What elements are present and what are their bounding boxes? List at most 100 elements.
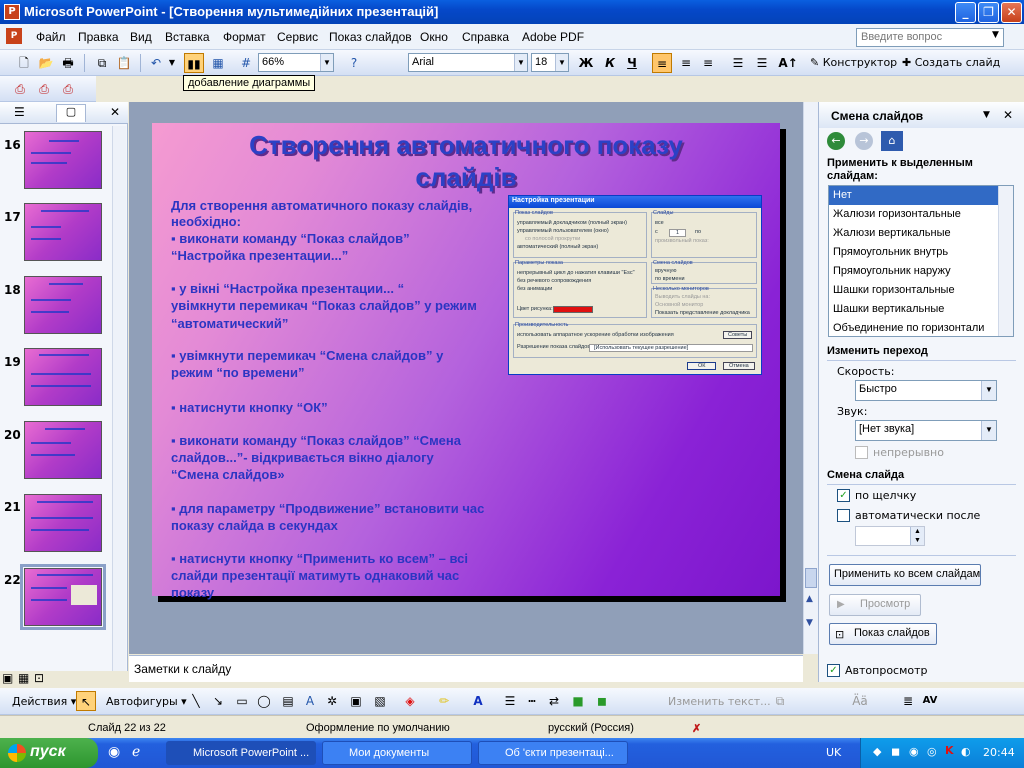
speed-select[interactable]: Быстро ▼ xyxy=(855,380,997,401)
transition-list[interactable]: Нет Жалюзи горизонтальные Жалюзи вертика… xyxy=(828,185,1014,337)
on-click-checkbox[interactable]: ✓ xyxy=(837,489,850,502)
print-icon[interactable]: 🖶 xyxy=(58,53,78,73)
tray-icon[interactable]: ◆ xyxy=(873,745,881,758)
document-icon[interactable]: P xyxy=(6,28,22,44)
line-icon[interactable]: ╲ xyxy=(186,691,206,711)
edit-text-button[interactable]: Изменить текст... xyxy=(668,695,771,708)
picture-icon[interactable]: ▧ xyxy=(370,691,390,711)
font-combo[interactable]: Arial ▼ xyxy=(408,53,528,72)
insert-table-icon[interactable]: ▦ xyxy=(208,53,228,73)
slides-tab-icon[interactable]: ▢ xyxy=(56,104,86,122)
diagram-icon[interactable]: ✲ xyxy=(322,691,342,711)
dash-style-icon[interactable]: ┅ xyxy=(522,691,542,711)
next-slide-icon[interactable]: ▼ xyxy=(806,618,813,628)
list-scrollbar[interactable] xyxy=(998,186,1013,336)
taskbar-item-presentation-objects[interactable]: Об 'єкти презентаці... xyxy=(478,741,628,765)
scroll-thumb[interactable] xyxy=(805,568,817,588)
list-item[interactable]: Шашки вертикальные xyxy=(829,300,1013,319)
forward-icon[interactable]: → xyxy=(855,132,873,150)
menu-format[interactable]: Формат xyxy=(223,30,266,44)
slide-sorter-icon[interactable]: ▦ xyxy=(18,671,29,685)
shadow-icon[interactable]: ■ xyxy=(568,691,588,711)
list-item[interactable]: Шашки горизонтальные xyxy=(829,281,1013,300)
back-icon[interactable]: ← xyxy=(827,132,845,150)
help-question-input[interactable]: Введите вопрос xyxy=(856,28,1004,47)
menu-slideshow[interactable]: Показ слайдов xyxy=(329,30,412,44)
thumbnail-scrollbar[interactable] xyxy=(112,126,126,678)
normal-view-icon[interactable]: ▣ xyxy=(2,671,13,685)
notes-area[interactable]: Заметки к слайду xyxy=(129,655,803,682)
line-color-icon[interactable]: ✏ xyxy=(434,691,454,711)
3d-icon[interactable]: ◼ xyxy=(592,691,612,711)
home-icon[interactable]: ⌂ xyxy=(881,131,903,151)
tray-icon[interactable]: ◐ xyxy=(961,745,971,758)
slide-thumbnail-22-selected[interactable] xyxy=(20,564,106,630)
slideshow-button[interactable]: Показ слайдов xyxy=(829,623,937,645)
tray-icon[interactable]: ◉ xyxy=(909,745,919,758)
italic-button[interactable]: К xyxy=(600,53,620,73)
taskbar-item-powerpoint[interactable]: Microsoft PowerPoint ... xyxy=(166,741,316,765)
pdf-convert-icon[interactable]: ⎙ xyxy=(10,79,30,99)
pdf-review-icon[interactable]: ⎙ xyxy=(58,79,78,99)
textbox-icon[interactable]: ▤ xyxy=(278,691,298,711)
list-item[interactable]: Жалюзи горизонтальные xyxy=(829,205,1013,224)
menu-insert[interactable]: Вставка xyxy=(165,30,210,44)
font-color-icon[interactable]: A xyxy=(468,691,488,711)
powerpoint-app-icon[interactable]: P xyxy=(4,4,20,20)
spelling-check-icon[interactable]: ✗ xyxy=(692,722,701,735)
quicklaunch-icon[interactable]: ◉ xyxy=(108,744,120,760)
wordart-icon[interactable]: A xyxy=(300,691,320,711)
minimize-button[interactable]: _ xyxy=(955,2,976,23)
undo-dropdown-icon[interactable]: ▼ xyxy=(162,53,182,73)
align-right-icon[interactable]: ≡ xyxy=(698,53,718,73)
fill-color-icon[interactable]: ◈ xyxy=(400,691,420,711)
copy-icon[interactable]: ⧉ xyxy=(92,53,112,73)
slide-scrollbar[interactable]: ▲ ▼ xyxy=(803,102,818,654)
menu-view[interactable]: Вид xyxy=(130,30,152,44)
outline-tab-icon[interactable]: ☰ xyxy=(14,105,25,119)
character-spacing-icon[interactable]: AV xyxy=(920,691,940,711)
text-align-icon[interactable]: ≣ xyxy=(898,691,918,711)
tray-icon[interactable]: ◎ xyxy=(927,745,937,758)
help-icon[interactable]: ? xyxy=(344,53,364,73)
tray-icon[interactable]: ◼ xyxy=(891,745,900,758)
apply-to-all-button[interactable]: Применить ко всем слайдам xyxy=(829,564,981,586)
select-pointer-icon[interactable]: ↖ xyxy=(76,691,96,711)
bold-button[interactable]: Ж xyxy=(576,53,596,73)
menu-edit[interactable]: Правка xyxy=(78,30,119,44)
insert-chart-icon[interactable]: ▮▮ xyxy=(184,53,204,73)
close-button[interactable]: ✕ xyxy=(1001,2,1022,23)
clipart-icon[interactable]: ▣ xyxy=(346,691,366,711)
underline-button[interactable]: Ч xyxy=(622,53,642,73)
list-item[interactable]: Жалюзи вертикальные xyxy=(829,224,1013,243)
designer-button[interactable]: ✎ Конструктор xyxy=(810,56,897,69)
arrow-style-icon[interactable]: ⇄ xyxy=(544,691,564,711)
slide-thumbnail-16[interactable] xyxy=(24,131,102,189)
autoshapes-menu[interactable]: Автофигуры ▾ xyxy=(106,695,187,708)
paste-icon[interactable]: 📋 xyxy=(114,53,134,73)
slide-title[interactable]: Створення автоматичного показу слайдів xyxy=(152,129,780,193)
slide-thumbnail-21[interactable] xyxy=(24,494,102,552)
task-pane-menu-icon[interactable]: ▼ xyxy=(983,110,990,120)
menu-adobe-pdf[interactable]: Adobe PDF xyxy=(522,30,584,44)
font-size-combo[interactable]: 18 ▼ xyxy=(531,53,569,72)
menu-file[interactable]: Файл xyxy=(36,30,66,44)
bullet-list-icon[interactable]: ☰ xyxy=(752,53,772,73)
help-dropdown-arrow-icon[interactable]: ▼ xyxy=(992,30,999,40)
actions-menu[interactable]: Действия ▾ xyxy=(12,695,76,708)
keyboard-language[interactable]: UK xyxy=(826,746,841,759)
open-icon[interactable]: 📂 xyxy=(36,53,56,73)
previous-slide-icon[interactable]: ▲ xyxy=(806,594,813,604)
align-center-icon[interactable]: ≡ xyxy=(676,53,696,73)
list-item[interactable]: Прямоугольник внутрь xyxy=(829,243,1013,262)
slide-thumbnail-20[interactable] xyxy=(24,421,102,479)
slide-thumbnail-17[interactable] xyxy=(24,203,102,261)
text-wrap-icon[interactable]: ⧉ xyxy=(770,691,790,711)
close-pane-icon[interactable]: ✕ xyxy=(110,105,120,119)
ie-icon[interactable]: ℯ xyxy=(132,744,140,760)
ellipse-icon[interactable]: ◯ xyxy=(254,691,274,711)
auto-after-checkbox[interactable] xyxy=(837,509,850,522)
increase-font-icon[interactable]: A↑ xyxy=(778,53,798,73)
list-item[interactable]: Прямоугольник наружу xyxy=(829,262,1013,281)
list-item[interactable]: Объединение по горизонтали xyxy=(829,319,1013,336)
